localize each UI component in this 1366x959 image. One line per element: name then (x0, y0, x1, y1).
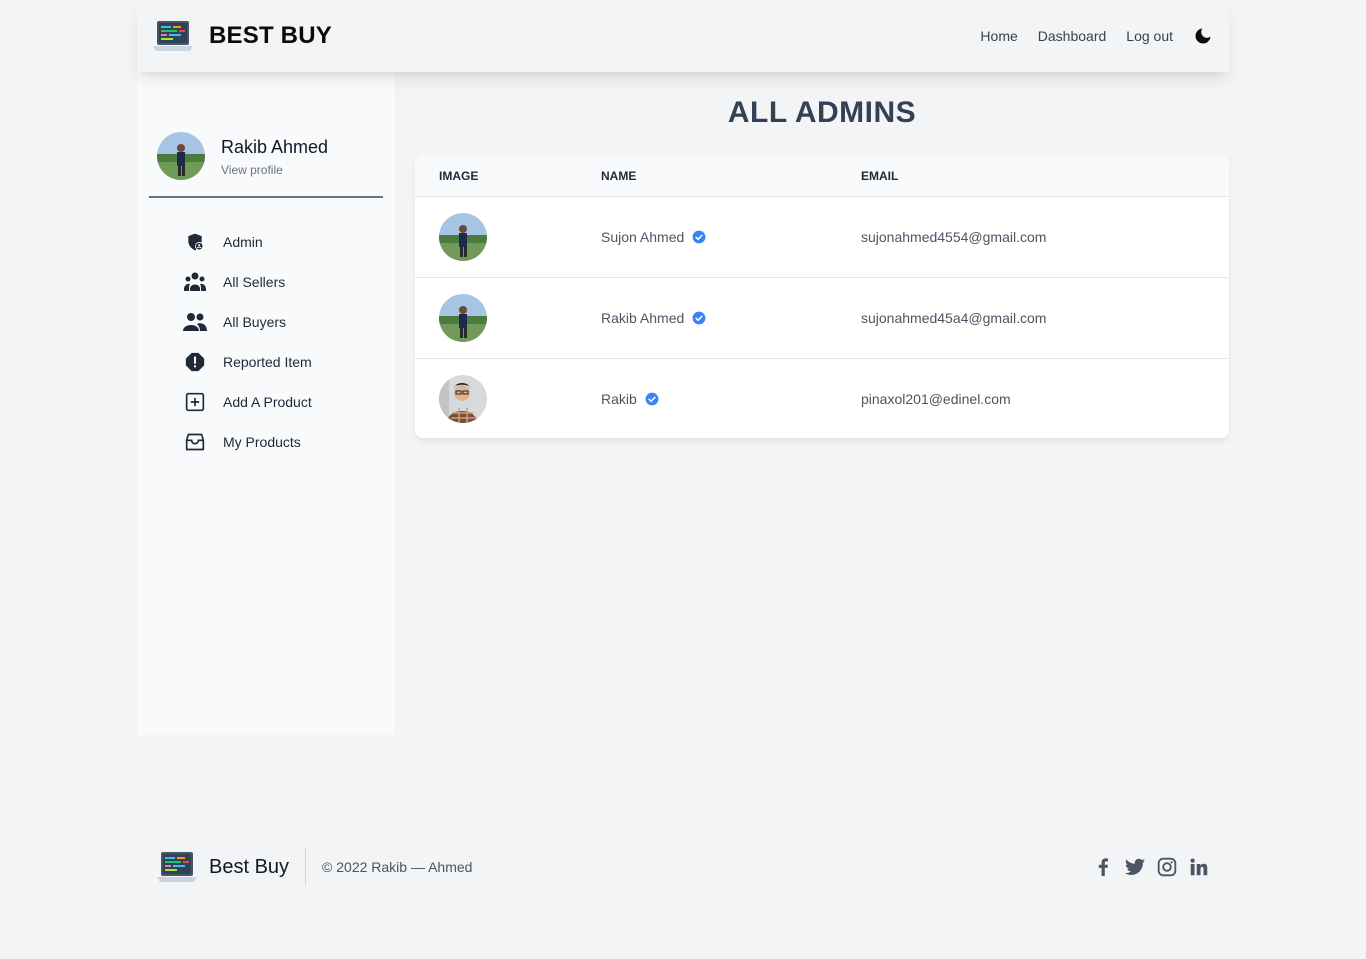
plus-square-icon (183, 390, 207, 414)
sidebar-item-label: Reported Item (223, 354, 312, 370)
admin-name-cell: Rakib (601, 359, 659, 438)
footer: Best Buy © 2022 Rakib — Ahmed (137, 832, 1229, 902)
sidebar-item-reported-item[interactable]: Reported Item (183, 342, 312, 382)
sidebar-item-label: Add A Product (223, 394, 312, 410)
profile-name: Rakib Ahmed (221, 137, 329, 157)
users-icon (183, 310, 207, 334)
admin-name: Rakib Ahmed (601, 310, 685, 326)
sidebar-item-all-buyers[interactable]: All Buyers (183, 302, 312, 342)
column-header-name: NAME (601, 169, 637, 183)
admin-name-cell: Sujon Ahmed (601, 197, 706, 277)
table-row: Rakib pinaxol201@edinel.com (415, 358, 1229, 438)
social-links (1093, 857, 1209, 877)
admin-name-cell: Rakib Ahmed (601, 278, 706, 358)
admin-avatar (439, 294, 487, 342)
column-header-image: IMAGE (439, 169, 479, 183)
sidebar-item-admin[interactable]: Admin (183, 222, 312, 262)
shield-user-icon (183, 230, 207, 254)
facebook-icon[interactable] (1093, 857, 1113, 877)
admin-name: Sujon Ahmed (601, 229, 685, 245)
view-profile-link[interactable]: View profile (221, 163, 283, 177)
table-row: Sujon Ahmed sujonahmed4554@gmail.com (415, 196, 1229, 277)
admin-name: Rakib (601, 391, 637, 407)
nav-home-link[interactable]: Home (980, 28, 1017, 44)
nav-logout-link[interactable]: Log out (1126, 28, 1173, 44)
instagram-icon[interactable] (1157, 857, 1177, 877)
footer-divider (305, 849, 307, 885)
inbox-icon (183, 430, 207, 454)
admin-avatar (439, 213, 487, 261)
brand[interactable]: BEST BUY (153, 20, 332, 52)
verified-icon (692, 311, 706, 325)
avatar (157, 132, 205, 180)
verified-icon (692, 230, 706, 244)
profile-card[interactable]: Rakib Ahmed View profile (149, 132, 383, 198)
sidebar-item-label: All Buyers (223, 314, 287, 330)
table-row: Rakib Ahmed sujonahmed45a4@gmail.com (415, 277, 1229, 358)
sidebar-item-my-products[interactable]: My Products (183, 422, 312, 462)
sidebar-item-label: My Products (223, 434, 301, 450)
group-icon (183, 270, 207, 294)
laptop-logo-icon (157, 852, 197, 882)
sidebar: Rakib Ahmed View profile Admin All Selle… (137, 72, 395, 735)
laptop-logo-icon (153, 21, 193, 51)
linkedin-icon[interactable] (1189, 857, 1209, 877)
admin-avatar (439, 375, 487, 423)
footer-brand-area: Best Buy © 2022 Rakib — Ahmed (157, 849, 472, 885)
alert-icon (183, 350, 207, 374)
footer-brand[interactable]: Best Buy (209, 856, 289, 879)
page-title: ALL ADMINS (727, 96, 917, 129)
top-navbar: BEST BUY Home Dashboard Log out (137, 0, 1229, 72)
table-header: IMAGE NAME EMAIL (415, 156, 1229, 196)
sidebar-item-label: All Sellers (223, 274, 286, 290)
brand-title: BEST BUY (209, 22, 332, 49)
admin-email: sujonahmed45a4@gmail.com (861, 310, 1047, 326)
sidebar-item-add-product[interactable]: Add A Product (183, 382, 312, 422)
twitter-icon[interactable] (1125, 857, 1145, 877)
nav-links: Home Dashboard Log out (980, 26, 1213, 46)
verified-icon (645, 392, 659, 406)
sidebar-item-all-sellers[interactable]: All Sellers (183, 262, 312, 302)
sidebar-menu: Admin All Sellers All Buyers Reported It… (183, 222, 312, 462)
avatar-photo (157, 132, 205, 180)
moon-icon[interactable] (1193, 26, 1213, 46)
copyright-text: © 2022 Rakib — Ahmed (322, 859, 473, 875)
admins-table: IMAGE NAME EMAIL Sujon Ahmed sujonahmed4… (415, 156, 1229, 438)
column-header-email: EMAIL (861, 169, 899, 183)
admin-email: pinaxol201@edinel.com (861, 391, 1011, 407)
nav-dashboard-link[interactable]: Dashboard (1038, 28, 1107, 44)
sidebar-item-label: Admin (223, 234, 263, 250)
admin-email: sujonahmed4554@gmail.com (861, 229, 1047, 245)
